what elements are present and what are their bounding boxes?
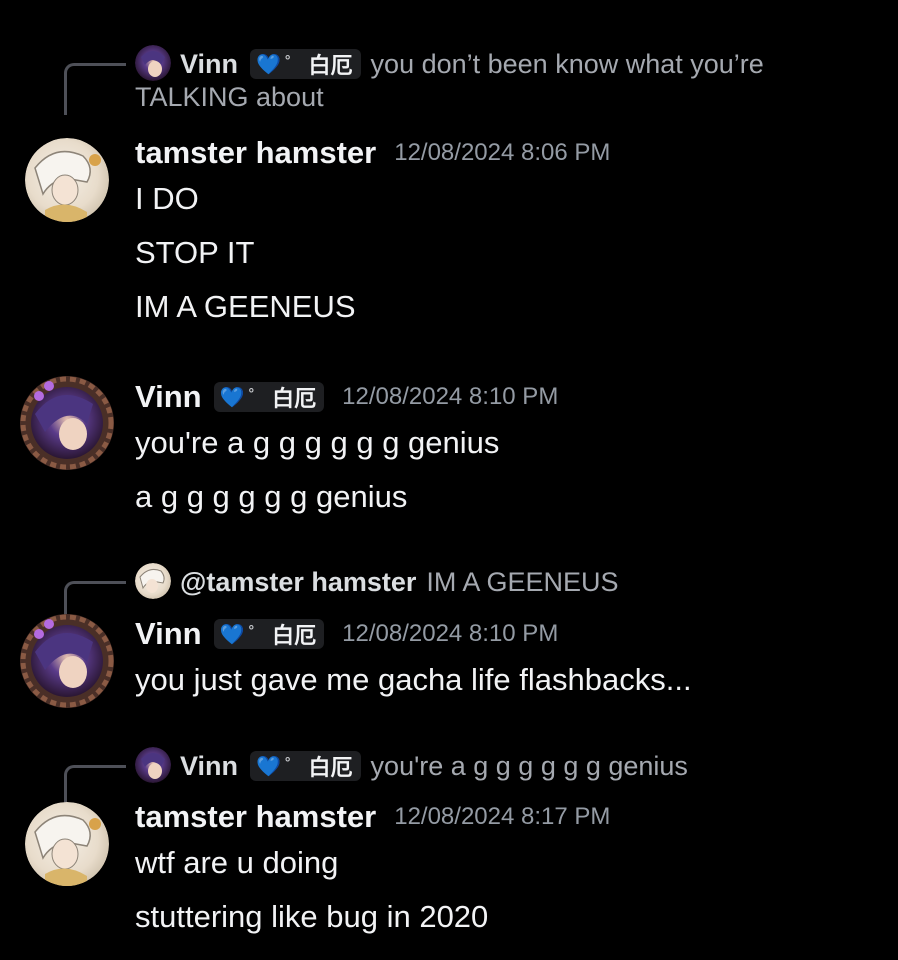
role-tag: 💙 ° 白厄 <box>213 382 325 412</box>
avatar-vinn[interactable] <box>19 612 115 710</box>
reply-text: you're a g g g g g g genius <box>370 750 688 781</box>
heart-icon: 💙 <box>219 623 245 646</box>
message-text: you're a g g g g g g genius <box>135 425 500 460</box>
reply-author[interactable]: Vinn <box>180 751 238 782</box>
reply-author[interactable]: @tamster hamster <box>180 567 416 598</box>
role-tag: 💙 ° 白厄 <box>250 751 361 781</box>
reply-preview[interactable]: Vinn 💙 ° 白厄 you're a g g g g g g genius <box>135 746 688 786</box>
message-text: wtf are u doing <box>135 845 339 880</box>
timestamp[interactable]: 12/08/2024 8:10 PM <box>342 383 558 411</box>
timestamp[interactable]: 12/08/2024 8:10 PM <box>342 620 558 648</box>
message-text: a g g g g g g genius <box>135 479 408 514</box>
reply-preview[interactable]: Vinn 💙 ° 白厄 you don’t been know what you… <box>135 44 764 84</box>
reply-preview[interactable]: @tamster hamster IM A GEENEUS <box>135 562 618 602</box>
role-tag: 💙 ° 白厄 <box>250 49 361 79</box>
heart-icon: 💙 <box>256 53 281 76</box>
message-header: tamster hamster 12/08/2024 8:06 PM <box>135 131 610 175</box>
message-text: STOP IT <box>135 235 255 270</box>
role-tag: 💙 ° 白厄 <box>213 619 325 649</box>
reply-text-continued: TALKING about <box>135 82 324 112</box>
author-name[interactable]: Vinn <box>135 379 202 415</box>
message-text: IM A GEENEUS <box>135 289 356 324</box>
avatar-tamster-hamster[interactable] <box>25 138 109 222</box>
avatar-vinn[interactable] <box>19 374 115 472</box>
timestamp[interactable]: 12/08/2024 8:17 PM <box>394 803 610 831</box>
message-header: tamster hamster 12/08/2024 8:17 PM <box>135 795 610 839</box>
author-name[interactable]: tamster hamster <box>135 135 376 171</box>
author-name[interactable]: tamster hamster <box>135 799 376 835</box>
message-text: you just gave me gacha life flashbacks..… <box>135 662 692 697</box>
heart-icon: 💙 <box>219 386 245 409</box>
message-header: Vinn 💙 ° 白厄 12/08/2024 8:10 PM <box>135 375 558 419</box>
author-name[interactable]: Vinn <box>135 616 202 652</box>
message-text: stuttering like bug in 2020 <box>135 899 489 934</box>
reply-author[interactable]: Vinn <box>180 49 238 80</box>
avatar-tamster-hamster[interactable] <box>25 802 109 886</box>
message-text: I DO <box>135 181 199 216</box>
reply-connector <box>64 63 126 115</box>
reply-text: you don’t been know what you’re <box>370 48 764 79</box>
message-header: Vinn 💙 ° 白厄 12/08/2024 8:10 PM <box>135 612 558 656</box>
reply-text: IM A GEENEUS <box>426 566 619 597</box>
heart-icon: 💙 <box>256 755 281 778</box>
timestamp[interactable]: 12/08/2024 8:06 PM <box>394 139 610 167</box>
